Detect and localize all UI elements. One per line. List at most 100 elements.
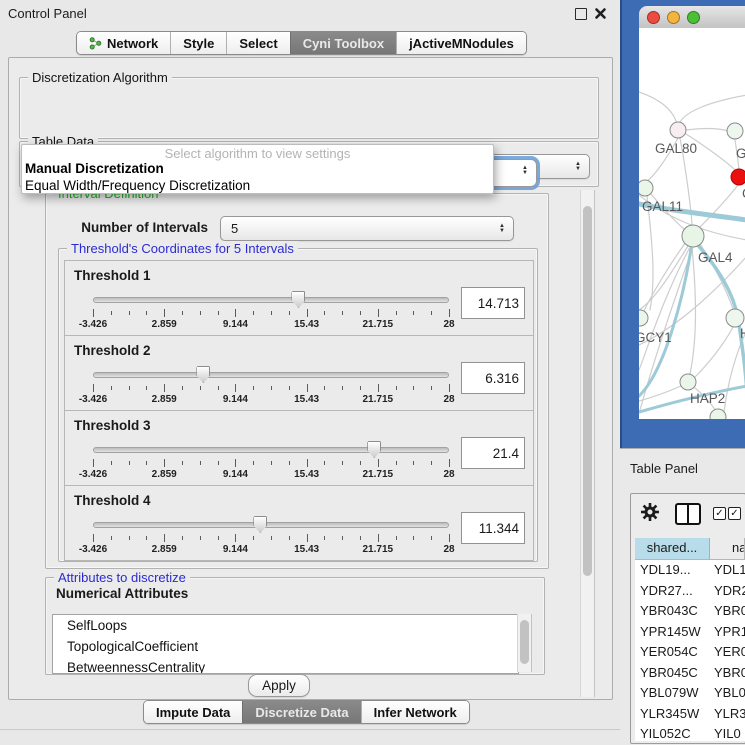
tick-mark xyxy=(111,461,112,465)
tick-mark xyxy=(307,309,308,317)
attributes-scrollbar[interactable] xyxy=(517,614,532,672)
settings-gear-icon[interactable] xyxy=(639,501,661,523)
tick-mark xyxy=(342,311,343,315)
table-cell: YLR3 xyxy=(710,704,745,725)
algorithm-option-equal-width-frequency-discretization[interactable]: Equal Width/Frequency Discretization xyxy=(22,178,493,195)
attribute-item-betweennesscentrality[interactable]: BetweennessCentrality xyxy=(53,657,518,674)
tab-select[interactable]: Select xyxy=(226,32,289,54)
network-node-gal8[interactable] xyxy=(727,123,743,139)
threshold-value-field[interactable]: 14.713 xyxy=(461,287,525,319)
scrollbar-thumb[interactable] xyxy=(583,206,592,576)
table-cell: YBL079W xyxy=(635,683,710,704)
network-canvas[interactable]: GAL80GAL8CGAL11GAL4GCY1HHAP2 xyxy=(639,28,745,419)
attribute-item-topologicalcoefficient[interactable]: TopologicalCoefficient xyxy=(53,636,518,657)
column-header-na[interactable]: na xyxy=(710,538,745,559)
threshold-rows: Threshold 1-3.4262.8599.14415.4321.71528… xyxy=(64,261,534,561)
network-window-titlebar[interactable] xyxy=(639,6,745,29)
network-node-gal4[interactable] xyxy=(682,225,704,247)
tick-mark xyxy=(449,459,450,467)
tick-mark xyxy=(289,461,290,465)
table-panel: Table Panel ✓ ✓ shared...na xyxy=(620,448,745,745)
tab-label: jActiveMNodules xyxy=(409,36,514,51)
table-cell: YPR1 xyxy=(710,622,745,643)
threshold-value-field[interactable]: 6.316 xyxy=(461,362,525,394)
axis-tick-label: 2.859 xyxy=(152,469,177,480)
number-of-intervals-value: 5 xyxy=(231,221,238,236)
network-node-gcy1[interactable] xyxy=(639,310,648,326)
node-table: shared...na YDL19...YDL1YDR27...YDR2YBR0… xyxy=(635,538,745,741)
apply-button[interactable]: Apply xyxy=(248,674,310,697)
tab-impute-data[interactable]: Impute Data xyxy=(144,701,242,723)
table-cell: YIL0 xyxy=(710,724,745,741)
tick-mark xyxy=(200,311,201,315)
network-graph[interactable]: GAL80GAL8CGAL11GAL4GCY1HHAP2 xyxy=(639,28,745,419)
close-icon[interactable] xyxy=(594,7,607,20)
axis-tick-label: 21.715 xyxy=(363,544,394,555)
tick-mark xyxy=(449,309,450,317)
table-row[interactable]: YBR045CYBR0 xyxy=(635,663,745,684)
tab-discretize-data[interactable]: Discretize Data xyxy=(242,701,360,723)
threshold-slider[interactable]: -3.4262.8599.14415.4321.71528 xyxy=(93,289,449,331)
number-of-intervals-combobox[interactable]: 5 ▲▼ xyxy=(220,216,514,241)
slider-thumb[interactable] xyxy=(253,516,267,533)
slider-axis-labels: -3.4262.8599.14415.4321.71528 xyxy=(93,469,449,481)
threshold-value-field[interactable]: 11.344 xyxy=(461,512,525,544)
group-title: Attributes to discretize xyxy=(54,570,190,585)
settings-scrollbar[interactable] xyxy=(580,190,595,697)
threshold-label: Threshold 3 xyxy=(74,418,151,433)
slider-thumb[interactable] xyxy=(367,441,381,458)
tab-jactivemnodules[interactable]: jActiveMNodules xyxy=(396,32,526,54)
table-cell: YBR045C xyxy=(635,663,710,684)
axis-tick-label: 21.715 xyxy=(363,394,394,405)
table-row[interactable]: YBR043CYBR0 xyxy=(635,601,745,622)
network-node-c[interactable] xyxy=(731,169,745,185)
network-node-h[interactable] xyxy=(726,309,744,327)
tab-cyni-toolbox[interactable]: Cyni Toolbox xyxy=(290,32,396,54)
threshold-slider[interactable]: -3.4262.8599.14415.4321.71528 xyxy=(93,364,449,406)
float-window-icon[interactable] xyxy=(575,8,587,20)
split-columns-icon[interactable] xyxy=(675,503,701,525)
slider-thumb[interactable] xyxy=(291,291,305,308)
group-title: Discretization Algorithm xyxy=(28,70,172,85)
network-node-gal80[interactable] xyxy=(670,122,686,138)
threshold-value-field[interactable]: 21.4 xyxy=(461,437,525,469)
table-row[interactable]: YPR145WYPR1 xyxy=(635,622,745,643)
checkbox-icon[interactable]: ✓ xyxy=(728,507,741,520)
minimize-light[interactable] xyxy=(667,11,680,24)
threshold-slider[interactable]: -3.4262.8599.14415.4321.71528 xyxy=(93,439,449,481)
tick-mark xyxy=(396,386,397,390)
combo-arrows-icon: ▲▼ xyxy=(575,162,581,172)
thresholds-group: Threshold's Coordinates for 5 Intervals … xyxy=(58,248,538,562)
slider-thumb[interactable] xyxy=(196,366,210,383)
tab-style[interactable]: Style xyxy=(170,32,226,54)
threshold-slider[interactable]: -3.4262.8599.14415.4321.71528 xyxy=(93,514,449,556)
axis-tick-label: -3.426 xyxy=(79,544,107,555)
tab-label: Impute Data xyxy=(156,705,230,720)
tab-infer-network[interactable]: Infer Network xyxy=(361,701,469,723)
table-row[interactable]: YIL052CYIL0 xyxy=(635,724,745,741)
algorithm-option-manual-discretization[interactable]: Manual Discretization xyxy=(22,161,493,178)
tick-mark xyxy=(235,534,236,542)
table-row[interactable]: YDR27...YDR2 xyxy=(635,581,745,602)
algorithm-popup-hint: Select algorithm to view settings xyxy=(22,145,493,161)
attribute-item-selfloops[interactable]: SelfLoops xyxy=(53,615,518,636)
network-node-gal11[interactable] xyxy=(639,180,653,196)
checkbox-icon[interactable]: ✓ xyxy=(713,507,726,520)
tab-network[interactable]: Network xyxy=(77,32,170,54)
threshold-row-threshold-3: Threshold 3 -3.4262.8599.14415.4321.71528… xyxy=(64,410,534,486)
tick-mark xyxy=(378,459,379,467)
table-row[interactable]: YBL079WYBL0 xyxy=(635,683,745,704)
node-table-header: shared...na xyxy=(635,538,745,560)
column-header-shared[interactable]: shared... xyxy=(635,538,710,559)
table-row[interactable]: YER054CYER0 xyxy=(635,642,745,663)
tick-mark xyxy=(182,536,183,540)
close-light[interactable] xyxy=(647,11,660,24)
tick-mark xyxy=(271,461,272,465)
network-node-hap2[interactable] xyxy=(680,374,696,390)
table-row[interactable]: YLR345WYLR3 xyxy=(635,704,745,725)
tick-mark xyxy=(129,536,130,540)
tick-mark xyxy=(235,459,236,467)
table-row[interactable]: YDL19...YDL1 xyxy=(635,560,745,581)
zoom-light[interactable] xyxy=(687,11,700,24)
scrollbar-thumb[interactable] xyxy=(520,620,529,664)
